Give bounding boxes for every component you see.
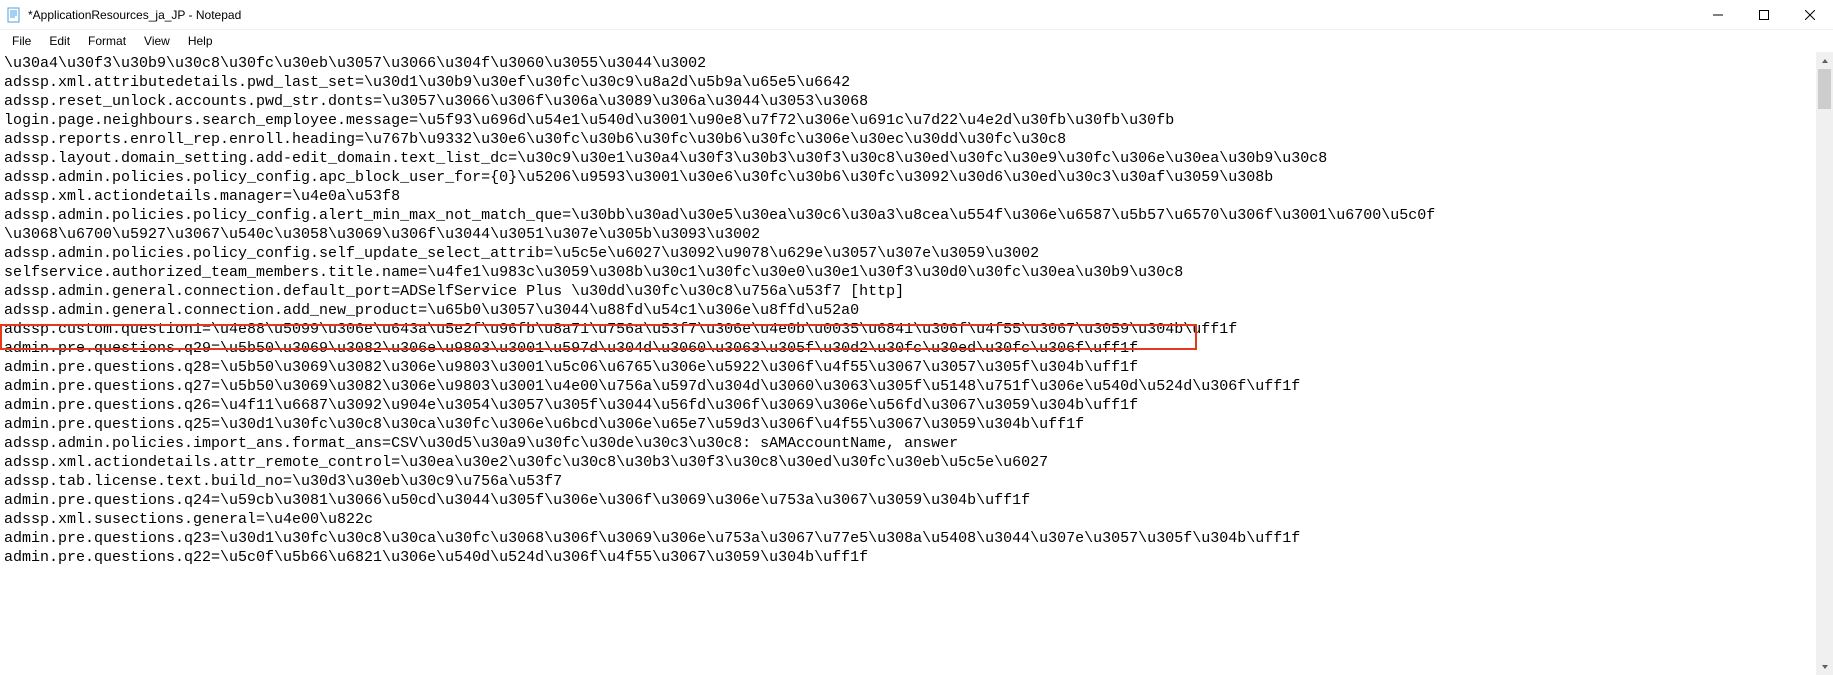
- text-line: adssp.custom.question1=\u4e88\u5099\u306…: [4, 320, 1812, 339]
- text-line: adssp.xml.actiondetails.manager=\u4e0a\u…: [4, 187, 1812, 206]
- text-line: adssp.admin.policies.policy_config.apc_b…: [4, 168, 1812, 187]
- minimize-button[interactable]: [1695, 0, 1741, 29]
- text-line: admin.pre.questions.q24=\u59cb\u3081\u30…: [4, 491, 1812, 510]
- text-line: login.page.neighbours.search_employee.me…: [4, 111, 1812, 130]
- vertical-scrollbar[interactable]: [1816, 52, 1833, 675]
- window-title: *ApplicationResources_ja_JP - Notepad: [28, 8, 241, 22]
- text-line: adssp.admin.general.connection.default_p…: [4, 282, 1812, 301]
- text-line: \u30a4\u30f3\u30b9\u30c8\u30fc\u30eb\u30…: [4, 54, 1812, 73]
- notepad-icon: [6, 7, 22, 23]
- window-controls: [1695, 0, 1833, 29]
- menubar: File Edit Format View Help: [0, 30, 1833, 52]
- text-line: \u3068\u6700\u5927\u3067\u540c\u3058\u30…: [4, 225, 1812, 244]
- text-line: admin.pre.questions.q27=\u5b50\u3069\u30…: [4, 377, 1812, 396]
- titlebar[interactable]: *ApplicationResources_ja_JP - Notepad: [0, 0, 1833, 30]
- text-line: adssp.xml.susections.general=\u4e00\u822…: [4, 510, 1812, 529]
- text-line: admin.pre.questions.q26=\u4f11\u6687\u30…: [4, 396, 1812, 415]
- text-editor[interactable]: \u30a4\u30f3\u30b9\u30c8\u30fc\u30eb\u30…: [0, 52, 1816, 675]
- menu-view[interactable]: View: [136, 32, 178, 50]
- text-line: adssp.layout.domain_setting.add-edit_dom…: [4, 149, 1812, 168]
- menu-format[interactable]: Format: [80, 32, 134, 50]
- maximize-button[interactable]: [1741, 0, 1787, 29]
- text-line: admin.pre.questions.q22=\u5c0f\u5b66\u68…: [4, 548, 1812, 567]
- text-line: adssp.reset_unlock.accounts.pwd_str.dont…: [4, 92, 1812, 111]
- text-line: adssp.admin.policies.policy_config.alert…: [4, 206, 1812, 225]
- menu-help[interactable]: Help: [180, 32, 221, 50]
- scroll-up-icon[interactable]: [1816, 52, 1833, 69]
- text-line: admin.pre.questions.q28=\u5b50\u3069\u30…: [4, 358, 1812, 377]
- editor-area: \u30a4\u30f3\u30b9\u30c8\u30fc\u30eb\u30…: [0, 52, 1833, 675]
- text-line: adssp.tab.license.text.build_no=\u30d3\u…: [4, 472, 1812, 491]
- scroll-down-icon[interactable]: [1816, 658, 1833, 675]
- text-line: adssp.admin.policies.policy_config.self_…: [4, 244, 1812, 263]
- scroll-thumb[interactable]: [1818, 69, 1831, 109]
- menu-file[interactable]: File: [4, 32, 39, 50]
- menu-edit[interactable]: Edit: [41, 32, 78, 50]
- text-line: selfservice.authorized_team_members.titl…: [4, 263, 1812, 282]
- text-line: adssp.xml.attributedetails.pwd_last_set=…: [4, 73, 1812, 92]
- text-line: admin.pre.questions.q25=\u30d1\u30fc\u30…: [4, 415, 1812, 434]
- text-line: adssp.xml.actiondetails.attr_remote_cont…: [4, 453, 1812, 472]
- text-line: admin.pre.questions.q23=\u30d1\u30fc\u30…: [4, 529, 1812, 548]
- text-line: admin.pre.questions.q29=\u5b50\u3069\u30…: [4, 339, 1812, 358]
- text-line: adssp.reports.enroll_rep.enroll.heading=…: [4, 130, 1812, 149]
- text-line: adssp.admin.policies.import_ans.format_a…: [4, 434, 1812, 453]
- close-button[interactable]: [1787, 0, 1833, 29]
- scroll-track[interactable]: [1816, 69, 1833, 658]
- text-line: adssp.admin.general.connection.add_new_p…: [4, 301, 1812, 320]
